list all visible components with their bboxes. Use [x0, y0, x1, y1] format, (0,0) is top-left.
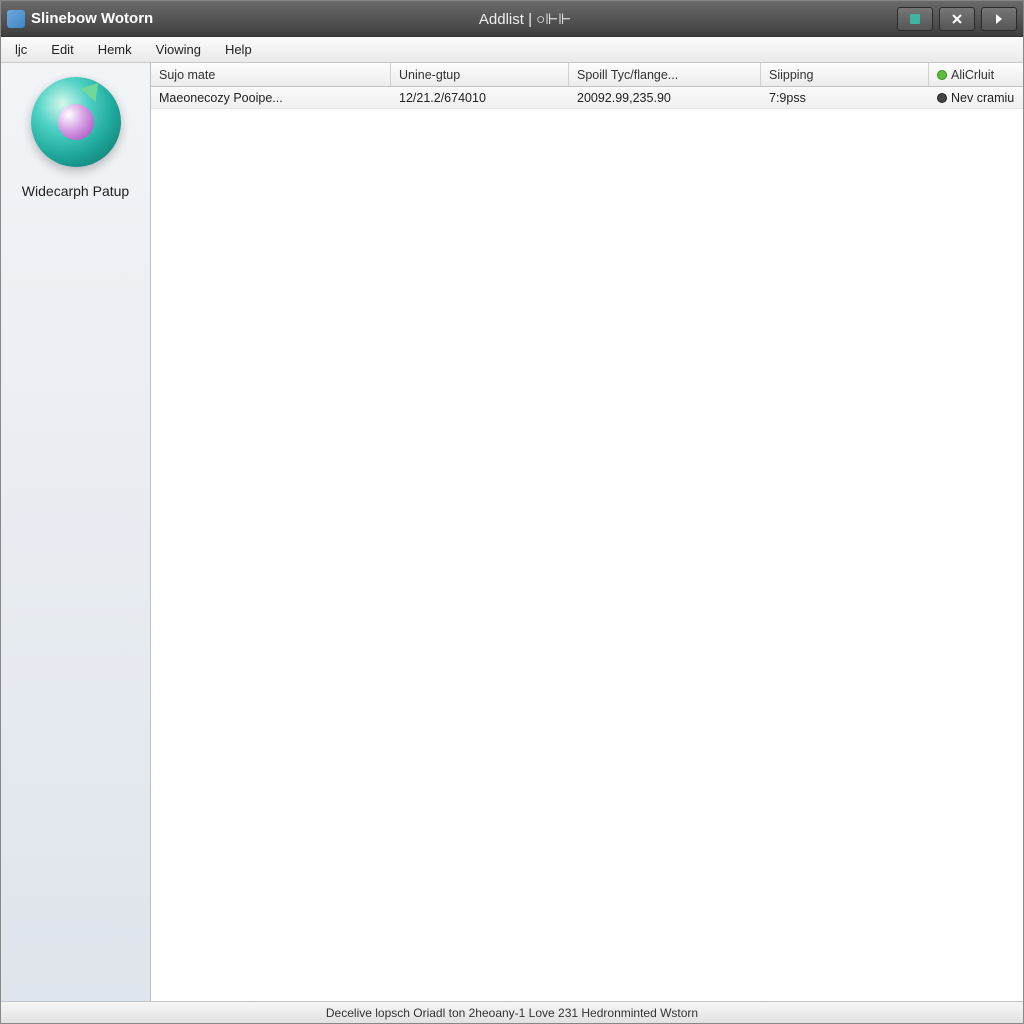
rows-container: Maeonecozy Pooipe... 12/21.2/674010 2009… [151, 87, 1023, 1001]
minimize-button[interactable] [897, 7, 933, 31]
main-panel: Sujo mate Unine-gtup Spoill Tyc/flange..… [151, 63, 1023, 1001]
menu-viowing[interactable]: Viowing [146, 40, 211, 59]
column-header-5[interactable]: AliCrluit [929, 63, 1023, 86]
menubar: ljc Edit Hemk Viowing Help [1, 37, 1023, 63]
cell-status: Nev cramiu [929, 89, 1023, 107]
menu-help[interactable]: Help [215, 40, 262, 59]
sidebar-label: Widecarph Patup [22, 183, 129, 199]
check-dot-icon [937, 70, 947, 80]
app-title: Slinebow Wotorn [31, 10, 153, 27]
body: Widecarph Patup Sujo mate Unine-gtup Spo… [1, 63, 1023, 1001]
sidebar: Widecarph Patup [1, 63, 151, 1001]
app-window: Slinebow Wotorn Addlist | ○⊩⊩ ljc Edit H… [0, 0, 1024, 1024]
window-subtitle: Addlist | ○⊩⊩ [153, 10, 897, 28]
table-row[interactable]: Maeonecozy Pooipe... 12/21.2/674010 2009… [151, 87, 1023, 109]
cell-status-text: Nev cramiu [951, 91, 1014, 105]
cell-unine: 12/21.2/674010 [391, 89, 569, 107]
menu-hemk[interactable]: Hemk [88, 40, 142, 59]
column-header-3[interactable]: Spoill Tyc/flange... [569, 63, 761, 86]
status-dot-icon [937, 93, 947, 103]
arrow-right-icon [992, 12, 1006, 26]
app-icon [7, 10, 25, 28]
column-headers: Sujo mate Unine-gtup Spoill Tyc/flange..… [151, 63, 1023, 87]
next-button[interactable] [981, 7, 1017, 31]
cell-siipping: 7:9pss [761, 89, 929, 107]
status-text: Decelive lopsch Oriadl ton 2heoany-1 Lov… [326, 1006, 698, 1020]
column-header-1[interactable]: Sujo mate [151, 63, 391, 86]
window-controls [897, 7, 1017, 31]
statusbar: Decelive lopsch Oriadl ton 2heoany-1 Lov… [1, 1001, 1023, 1023]
maximize-button[interactable] [939, 7, 975, 31]
refresh-orb-icon[interactable] [31, 77, 121, 167]
column-header-4[interactable]: Siipping [761, 63, 929, 86]
cell-name: Maeonecozy Pooipe... [151, 89, 391, 107]
close-x-icon [950, 12, 964, 26]
titlebar: Slinebow Wotorn Addlist | ○⊩⊩ [1, 1, 1023, 37]
menu-edit[interactable]: Edit [41, 40, 83, 59]
column-header-2[interactable]: Unine-gtup [391, 63, 569, 86]
cell-spoill: 20092.99,235.90 [569, 89, 761, 107]
column-header-5-label: AliCrluit [951, 68, 994, 82]
window-icon [908, 12, 922, 26]
menu-ljc[interactable]: ljc [5, 40, 37, 59]
